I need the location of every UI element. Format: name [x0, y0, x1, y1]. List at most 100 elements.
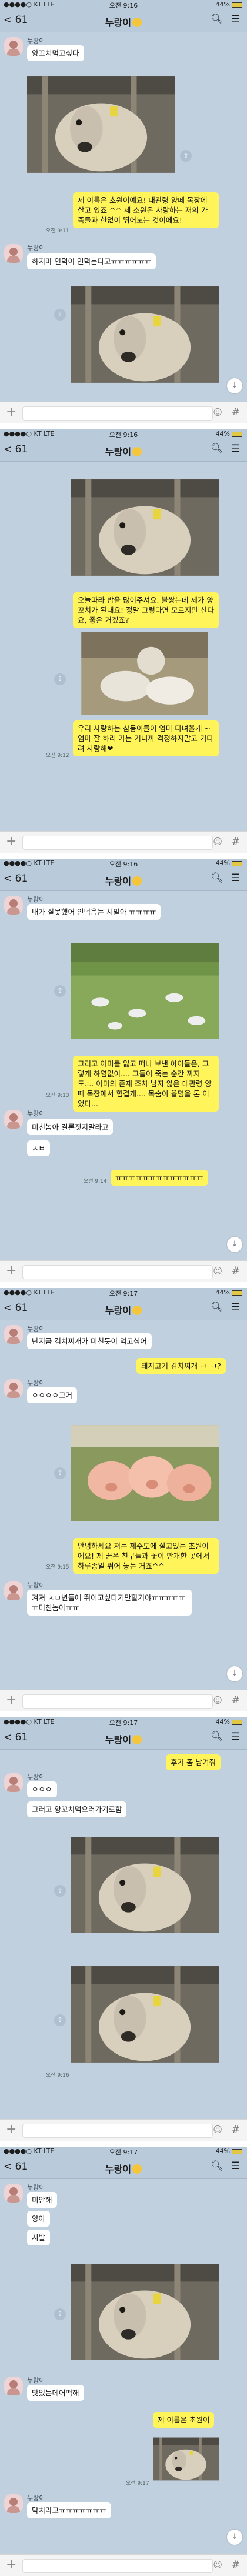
plus-button[interactable]: +: [6, 1263, 16, 1278]
message-bubble[interactable]: 제 이름은 초원이예요! 대관령 양떼 목장에 살고 있죠 ^^ 제 소원은 사…: [73, 192, 219, 228]
avatar[interactable]: [4, 1110, 23, 1129]
piglets-photo[interactable]: [71, 1414, 219, 1532]
sheep-photo[interactable]: [71, 1950, 219, 2079]
share-icon[interactable]: ⇧: [54, 985, 66, 997]
avatar[interactable]: [4, 244, 23, 263]
input-bar: + ☺ #: [0, 2119, 247, 2141]
message-bubble[interactable]: ㅇㅇㅇ: [27, 1781, 57, 1797]
search-icon[interactable]: 🔍︎: [211, 443, 223, 455]
emoji-button[interactable]: ☺: [213, 836, 222, 847]
message-bubble[interactable]: ㅇㅇㅇㅇ그거: [27, 1387, 78, 1403]
chat-header: < 61 누랑이 🔍︎ ☰: [0, 439, 247, 462]
sheep-photo[interactable]: [71, 282, 219, 388]
hamburger-menu-icon[interactable]: ☰: [231, 443, 240, 455]
emoji-button[interactable]: ☺: [213, 407, 222, 418]
message-bubble[interactable]: 그리고 어미를 잃고 떠나 보낸 아이들은, 그렇게 하염없이.... 그들이 …: [73, 1056, 219, 1112]
timestamp: 오전 9:12: [46, 753, 69, 759]
message-bubble[interactable]: 오늘따라 밥을 많이주셔요. 불쌍는데 제가 양꼬치가 된대요! 정말 그렇다면…: [73, 592, 219, 628]
hamburger-menu-icon[interactable]: ☰: [231, 1302, 240, 1313]
message-bubble[interactable]: 우리 사랑하는 삼동이들이 엄마 다녀올게 ~ 엄마 잘 하러 가는 거니까 걱…: [73, 720, 219, 756]
message-bubble[interactable]: 양꼬치먹고싶다: [27, 45, 84, 61]
avatar[interactable]: [4, 2494, 23, 2513]
hash-button[interactable]: #: [232, 2559, 240, 2571]
message-bubble[interactable]: 겨져 ㅅㅂ년들에 뛰어고싶다기만할거야ㅠㅠㅠㅠㅠㅠ미친놈아ㅠㅠ: [27, 1590, 192, 1616]
battery-label: 44%: [216, 1, 242, 8]
avatar[interactable]: [4, 1379, 23, 1398]
avatar[interactable]: [4, 896, 23, 915]
message-bubble[interactable]: 난지금 김치찌개가 미친듯이 먹고싶어: [27, 1333, 152, 1349]
chat-title: 누랑이: [0, 444, 247, 458]
message-bubble[interactable]: 양아: [27, 2211, 51, 2227]
message-input[interactable]: [22, 1265, 213, 1279]
message-bubble[interactable]: 맛있는데어떡해: [27, 2385, 84, 2401]
hash-button[interactable]: #: [232, 2124, 240, 2135]
share-icon[interactable]: ⇧: [54, 2014, 66, 2026]
sheep-photo[interactable]: [71, 469, 219, 586]
search-icon[interactable]: 🔍︎: [211, 1731, 223, 1743]
avatar[interactable]: [4, 1325, 23, 1344]
emoji-button[interactable]: ☺: [213, 1695, 222, 1706]
avatar[interactable]: [4, 1581, 23, 1600]
search-icon[interactable]: 🔍︎: [211, 14, 223, 25]
message-bubble[interactable]: 후기 좀 남겨줘: [166, 1754, 221, 1770]
screen-6: ●●●●○ KT LTE 오전 9:17 44% < 61 누랑이 🔍︎ ☰ 누…: [0, 2147, 247, 2576]
lamb-photo[interactable]: [71, 632, 219, 715]
search-icon[interactable]: 🔍︎: [211, 2160, 223, 2172]
sheep-photo[interactable]: [71, 2253, 219, 2371]
hamburger-menu-icon[interactable]: ☰: [231, 1731, 240, 1743]
message-input[interactable]: [22, 2124, 213, 2138]
message-bubble[interactable]: 닥치라고ㅠㅠㅠㅠㅠㅠㅠ: [27, 2502, 111, 2518]
hash-button[interactable]: #: [232, 406, 240, 418]
share-icon[interactable]: ⇧: [54, 309, 66, 321]
message-bubble[interactable]: 미친놈아 결론짓지말라고: [27, 1119, 114, 1135]
emoji-button[interactable]: ☺: [213, 2560, 222, 2570]
message-input[interactable]: [22, 2559, 213, 2573]
plus-button[interactable]: +: [6, 834, 16, 849]
share-icon[interactable]: ⇧: [54, 1467, 66, 1479]
scroll-down-button[interactable]: ↓: [227, 2530, 242, 2545]
battery-label: 44%: [216, 1289, 242, 1296]
share-icon[interactable]: ⇧: [54, 673, 66, 685]
scroll-down-button[interactable]: ↓: [227, 378, 242, 393]
hash-button[interactable]: #: [232, 836, 240, 847]
avatar[interactable]: [4, 2184, 23, 2203]
plus-button[interactable]: +: [6, 405, 16, 419]
message-bubble[interactable]: 제 이름은 초원이: [153, 2412, 215, 2428]
share-icon[interactable]: ⇧: [54, 2308, 66, 2320]
sheep-photo[interactable]: [27, 63, 175, 186]
hamburger-menu-icon[interactable]: ☰: [231, 2160, 240, 2172]
plus-button[interactable]: +: [6, 2557, 16, 2572]
avatar[interactable]: [4, 37, 23, 56]
search-icon[interactable]: 🔍︎: [211, 872, 223, 884]
avatar[interactable]: [4, 1773, 23, 1792]
scroll-down-button[interactable]: ↓: [227, 1666, 242, 1681]
hamburger-menu-icon[interactable]: ☰: [231, 872, 240, 884]
search-icon[interactable]: 🔍︎: [211, 1302, 223, 1313]
message-bubble[interactable]: 하지마 인덕이 인덕는다고ㅠㅠㅠㅠㅠㅠ: [27, 253, 156, 269]
message-bubble[interactable]: 미안해: [27, 2192, 57, 2208]
hash-button[interactable]: #: [232, 1265, 240, 1277]
emoji-button[interactable]: ☺: [213, 2124, 222, 2135]
sheep-photo[interactable]: [153, 2432, 219, 2486]
plus-button[interactable]: +: [6, 1693, 16, 1707]
share-icon[interactable]: ⇧: [54, 1885, 66, 1897]
message-input[interactable]: [22, 836, 213, 850]
message-bubble[interactable]: 그러고 양꼬치먹으러가기로함: [27, 1801, 127, 1817]
message-bubble[interactable]: ㅠㅠㅠㅠㅠㅠㅠㅠㅠㅠㅠㅠㅠ: [111, 1170, 208, 1186]
plus-button[interactable]: +: [6, 2122, 16, 2137]
message-input[interactable]: [22, 406, 213, 421]
message-input[interactable]: [22, 1694, 213, 1709]
scroll-down-button[interactable]: ↓: [227, 1237, 242, 1252]
message-bubble[interactable]: 시발: [27, 2230, 51, 2245]
share-icon[interactable]: ⇧: [180, 150, 192, 162]
message-bubble[interactable]: 돼지고기 김치찌개 ㅋ_ㅋ?: [136, 1358, 226, 1374]
emoji-button[interactable]: ☺: [213, 1266, 222, 1276]
sheep-photo[interactable]: [71, 1826, 219, 1944]
message-bubble[interactable]: 내가 잘못했어 인덕음는 시발아 ㅠㅠㅠㅠ: [27, 904, 161, 920]
avatar[interactable]: [4, 2377, 23, 2395]
message-bubble[interactable]: ㅅㅂ: [27, 1140, 51, 1156]
field-photo[interactable]: [71, 932, 219, 1050]
hamburger-menu-icon[interactable]: ☰: [231, 14, 240, 25]
message-bubble[interactable]: 안녕하세요 저는 제주도에 살고있는 초원이에요! 제 꿈은 친구들과 꽃이 만…: [73, 1538, 219, 1574]
hash-button[interactable]: #: [232, 1694, 240, 1706]
